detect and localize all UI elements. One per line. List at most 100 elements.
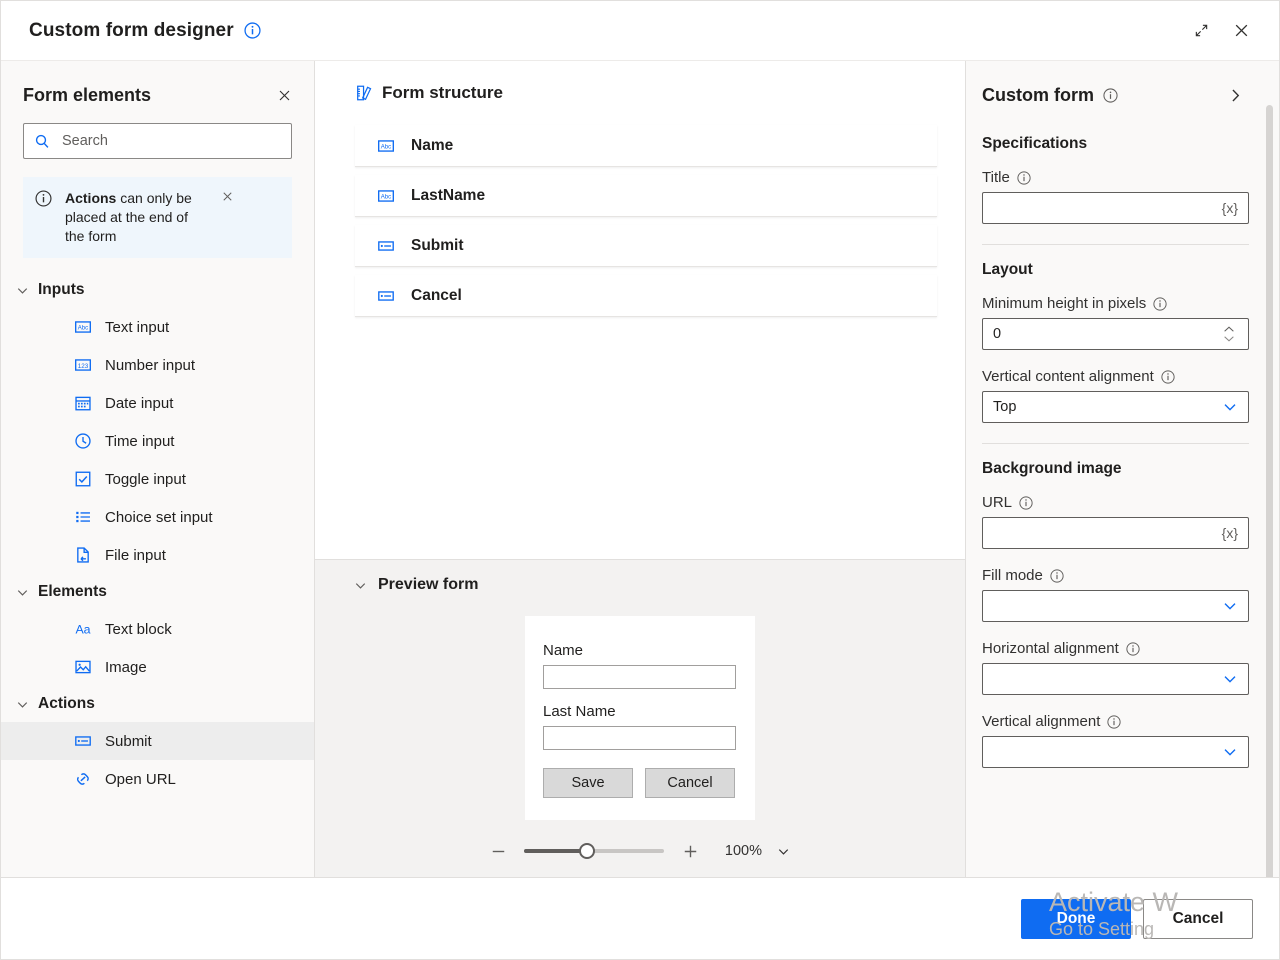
form-structure-area: Form structure AbcName AbcLastName Submit C… (315, 61, 965, 559)
property-label-row: Title (982, 169, 1249, 186)
image-icon (73, 657, 93, 677)
close-icon[interactable] (1221, 11, 1261, 51)
element-item-text-input[interactable]: AbcText input (1, 308, 314, 346)
element-item-text-block[interactable]: AaText block (1, 610, 314, 648)
element-item-open-url[interactable]: Open URL (1, 760, 314, 798)
sidebar-heading: Form elements (23, 85, 151, 106)
form-structure-rows: AbcName AbcLastName Submit Cancel (355, 125, 937, 317)
element-item-label: Image (105, 659, 147, 676)
element-item-time-input[interactable]: Time input (1, 422, 314, 460)
preview-field-lastname: Last Name (543, 703, 737, 764)
preview-cancel-button[interactable]: Cancel (645, 768, 735, 798)
info-icon[interactable] (1126, 642, 1140, 656)
structure-row[interactable]: AbcLastName (355, 175, 937, 217)
text-input-wrapper[interactable]: {x} (982, 192, 1249, 224)
zoom-level-value: 100% (724, 843, 762, 859)
property-label: Horizontal alignment (982, 640, 1119, 657)
sidebar-close-icon[interactable] (270, 81, 298, 109)
preview-label-lastname: Last Name (543, 703, 737, 720)
element-item-number-input[interactable]: 123Number input (1, 346, 314, 384)
zoom-slider[interactable] (524, 835, 664, 867)
element-item-file-input[interactable]: File input (1, 536, 314, 574)
search-input[interactable] (62, 133, 281, 149)
info-icon[interactable] (1103, 88, 1118, 103)
properties-heading: Custom form (982, 85, 1094, 106)
info-icon[interactable] (1019, 496, 1033, 510)
search-box[interactable] (23, 123, 292, 159)
chevron-down-icon[interactable] (1222, 671, 1238, 687)
info-icon[interactable] (1017, 171, 1031, 185)
select-wrapper[interactable] (982, 590, 1249, 622)
abc-text-icon: Abc (377, 187, 399, 205)
structure-row[interactable]: Cancel (355, 275, 937, 317)
info-icon[interactable] (1153, 297, 1167, 311)
select-wrapper[interactable] (982, 736, 1249, 768)
element-item-choice-set-input[interactable]: Choice set input (1, 498, 314, 536)
expand-diagonal-icon[interactable] (1181, 11, 1221, 51)
button-icon (377, 287, 399, 305)
property-label-row: Vertical alignment (982, 713, 1249, 730)
element-item-submit[interactable]: Submit (1, 722, 314, 760)
zoom-slider-fill (524, 849, 587, 853)
property-number-input[interactable] (993, 326, 1222, 342)
panel-collapse-chevron-right-icon[interactable] (1221, 81, 1249, 109)
svg-text:Abc: Abc (381, 194, 391, 200)
zoom-in-button[interactable] (674, 835, 706, 867)
banner-close-icon[interactable] (217, 189, 237, 203)
property-text-input[interactable] (993, 525, 1216, 541)
select-wrapper[interactable] (982, 663, 1249, 695)
chevron-down-icon[interactable] (1222, 399, 1238, 415)
spinner-input-wrapper[interactable] (982, 318, 1249, 350)
custom-form-designer-dialog: Custom form designer Form elements (0, 0, 1280, 960)
element-item-label: Choice set input (105, 509, 213, 526)
info-icon[interactable] (1050, 569, 1064, 583)
preview-header[interactable]: Preview form (315, 560, 965, 594)
property-text-input[interactable] (993, 200, 1216, 216)
info-icon[interactable] (1161, 370, 1175, 384)
cancel-button[interactable]: Cancel (1143, 899, 1253, 939)
preview-input-name[interactable] (543, 665, 736, 689)
element-item-label: Time input (105, 433, 174, 450)
done-button[interactable]: Done (1021, 899, 1131, 939)
element-item-date-input[interactable]: Date input (1, 384, 314, 422)
properties-scrollbar[interactable] (1266, 105, 1273, 877)
token-picker-button[interactable]: {x} (1216, 525, 1238, 541)
spinner-buttons[interactable] (1222, 325, 1238, 343)
structure-row[interactable]: AbcName (355, 125, 937, 167)
section-divider (982, 443, 1249, 444)
token-picker-button[interactable]: {x} (1216, 200, 1238, 216)
section-title: Background image (982, 460, 1249, 478)
zoom-slider-thumb[interactable] (579, 843, 595, 859)
text-input-wrapper[interactable]: {x} (982, 517, 1249, 549)
section-divider (982, 244, 1249, 245)
spinner-up-icon (1222, 325, 1236, 334)
info-icon[interactable] (1107, 715, 1121, 729)
property-label-row: Fill mode (982, 567, 1249, 584)
zoom-out-button[interactable] (482, 835, 514, 867)
info-icon[interactable] (244, 22, 261, 39)
form-structure-title: Form structure (382, 83, 503, 103)
checkbox-checked-icon (73, 469, 93, 489)
property-label: Title (982, 169, 1010, 186)
structure-row[interactable]: Submit (355, 225, 937, 267)
property-label-row: Vertical content alignment (982, 368, 1249, 385)
group-header-elements[interactable]: Elements (1, 574, 314, 610)
preview-input-lastname[interactable] (543, 726, 736, 750)
properties-panel: Custom form Spec (965, 61, 1279, 877)
file-upload-icon (73, 545, 93, 565)
zoom-dropdown-chevron-down-icon[interactable] (768, 836, 798, 866)
element-item-toggle-input[interactable]: Toggle input (1, 460, 314, 498)
section-title: Specifications (982, 135, 1249, 153)
group-header-inputs[interactable]: Inputs (1, 272, 314, 308)
preview-save-button[interactable]: Save (543, 768, 633, 798)
select-wrapper[interactable]: Top (982, 391, 1249, 423)
chevron-down-icon[interactable] (1222, 598, 1238, 614)
element-item-label: Text block (105, 621, 172, 638)
group-header-actions[interactable]: Actions (1, 686, 314, 722)
property-label-row: Minimum height in pixels (982, 295, 1249, 312)
svg-text:Abc: Abc (78, 326, 88, 332)
element-item-image[interactable]: Image (1, 648, 314, 686)
link-chain-icon (73, 769, 93, 789)
chevron-down-icon[interactable] (1222, 744, 1238, 760)
property-field: Vertical content alignment Top (982, 368, 1249, 423)
